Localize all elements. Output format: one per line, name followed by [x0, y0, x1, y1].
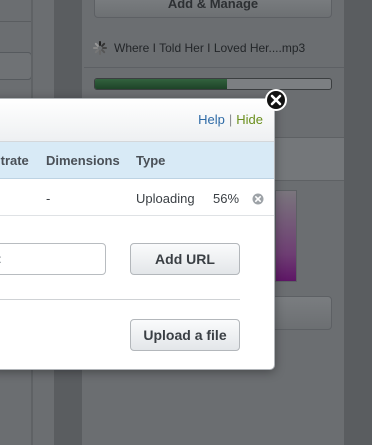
- header-links: Help | Hide: [198, 112, 263, 127]
- table-header: itrate Dimensions Type: [0, 142, 274, 179]
- upload-progress-fill: [95, 79, 228, 89]
- help-link[interactable]: Help: [198, 112, 225, 127]
- upload-file-button[interactable]: Upload a file: [130, 319, 240, 351]
- cell-status: Uploading: [136, 191, 195, 206]
- loading-spinner-icon: [93, 41, 107, 55]
- cell-progress-percent: 56%: [213, 191, 240, 206]
- column-header-dimensions[interactable]: Dimensions: [46, 153, 120, 168]
- background-divider: [0, 21, 31, 22]
- column-header-type[interactable]: Type: [136, 153, 165, 168]
- column-header-bitrate[interactable]: itrate: [0, 153, 29, 168]
- section-divider: [0, 299, 240, 300]
- cell-dimensions: -: [46, 191, 51, 206]
- link-separator: |: [228, 112, 233, 127]
- add-url-button[interactable]: Add URL: [130, 243, 240, 275]
- dialog-header: Help | Hide: [0, 99, 274, 142]
- background-color-swatch: [275, 190, 297, 282]
- hide-link[interactable]: Hide: [236, 112, 263, 127]
- background-field: [0, 52, 32, 80]
- upload-file-name: Where I Told Her I Loved Her....mp3: [114, 41, 306, 55]
- list-divider: [84, 67, 344, 68]
- upload-progress-bar: [94, 78, 332, 90]
- add-manage-button[interactable]: Add & Manage: [94, 0, 332, 18]
- screen: Add & Manage Where I Told Her I Loved He…: [0, 0, 372, 445]
- close-icon[interactable]: [264, 88, 288, 112]
- upload-dialog: Help | Hide itrate Dimensions Type - Uploa…: [0, 98, 275, 370]
- remove-circle-icon[interactable]: [252, 193, 264, 205]
- table-row: - Uploading 56%: [0, 180, 274, 216]
- url-input[interactable]: [0, 243, 106, 275]
- upload-list-item: Where I Told Her I Loved Her....mp3: [84, 34, 344, 100]
- background-button: [270, 296, 332, 330]
